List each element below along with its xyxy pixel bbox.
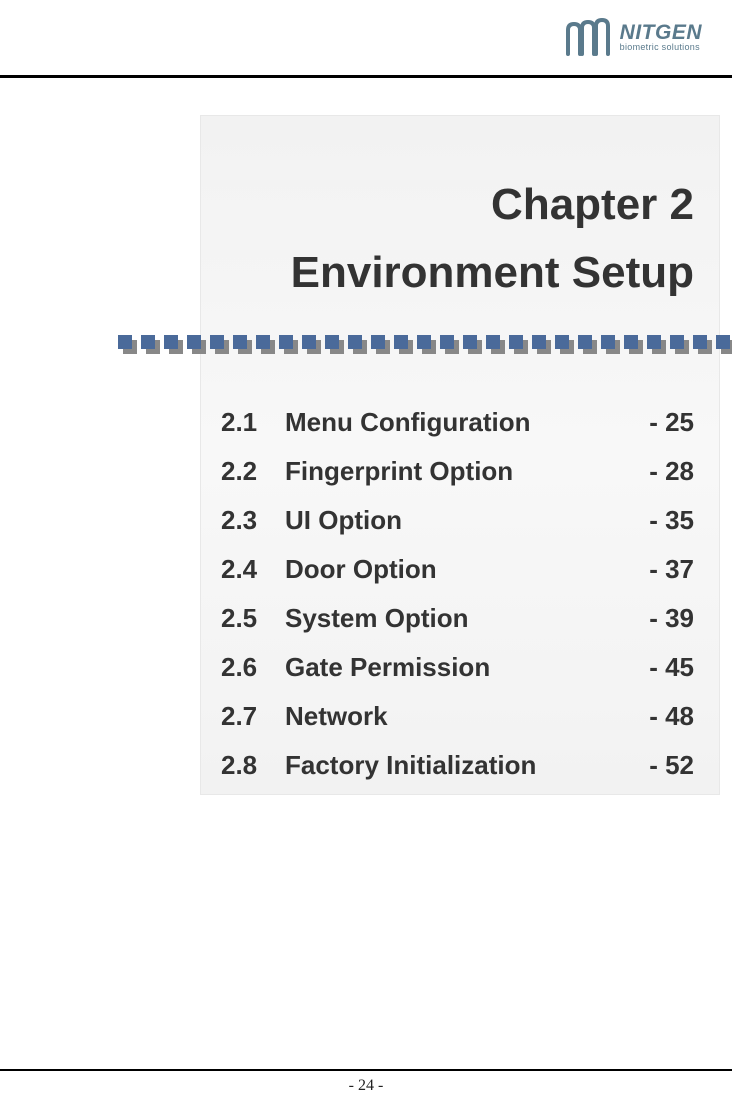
logo-mark-icon <box>566 18 614 56</box>
divider-dot-icon <box>601 335 617 353</box>
divider-dot-icon <box>141 335 157 353</box>
toc-section-title: Network <box>285 701 388 732</box>
toc-item: 2.1 Menu Configuration - 25 <box>221 407 694 438</box>
divider-dot-icon <box>348 335 364 353</box>
divider-dot-icon <box>417 335 433 353</box>
toc-section-title: Door Option <box>285 554 437 585</box>
page-header: NITGEN biometric solutions <box>0 0 732 78</box>
divider-dot-icon <box>440 335 456 353</box>
toc-section-number: 2.2 <box>221 456 285 487</box>
logo-text: NITGEN biometric solutions <box>620 22 702 52</box>
toc-section-title: System Option <box>285 603 468 634</box>
divider-dot-icon <box>394 335 410 353</box>
divider-dot-icon <box>555 335 571 353</box>
toc-page-ref: - 37 <box>649 554 694 585</box>
divider-dot-icon <box>486 335 502 353</box>
toc-section-number: 2.5 <box>221 603 285 634</box>
toc-page-ref: - 45 <box>649 652 694 683</box>
toc-page-ref: - 28 <box>649 456 694 487</box>
toc-item: 2.4 Door Option - 37 <box>221 554 694 585</box>
divider-dots <box>118 335 732 353</box>
toc-section-title: Factory Initialization <box>285 750 536 781</box>
page-number: - 24 - <box>349 1077 384 1094</box>
chapter-name: Environment Setup <box>201 239 694 307</box>
toc-section-number: 2.7 <box>221 701 285 732</box>
chapter-number: Chapter 2 <box>201 171 694 239</box>
chapter-title: Chapter 2 Environment Setup <box>201 116 719 307</box>
divider-dot-icon <box>716 335 732 353</box>
divider-dot-icon <box>463 335 479 353</box>
chapter-content-box: Chapter 2 Environment Setup 2.1 Menu Con… <box>200 115 720 795</box>
toc-item: 2.6 Gate Permission - 45 <box>221 652 694 683</box>
toc-section-number: 2.8 <box>221 750 285 781</box>
toc-item: 2.2 Fingerprint Option - 28 <box>221 456 694 487</box>
toc-page-ref: - 35 <box>649 505 694 536</box>
company-logo: NITGEN biometric solutions <box>566 18 702 56</box>
logo-company-name: NITGEN <box>620 22 702 43</box>
divider-dot-icon <box>693 335 709 353</box>
toc-section-number: 2.6 <box>221 652 285 683</box>
toc-section-title: Menu Configuration <box>285 407 531 438</box>
divider-dot-icon <box>624 335 640 353</box>
toc-page-ref: - 39 <box>649 603 694 634</box>
toc-section-number: 2.3 <box>221 505 285 536</box>
divider-dot-icon <box>578 335 594 353</box>
toc-page-ref: - 52 <box>649 750 694 781</box>
toc-page-ref: - 48 <box>649 701 694 732</box>
logo-tagline: biometric solutions <box>620 43 702 52</box>
divider-dot-icon <box>670 335 686 353</box>
toc-item: 2.5 System Option - 39 <box>221 603 694 634</box>
page-footer: - 24 - <box>0 1069 732 1113</box>
toc-section-title: Fingerprint Option <box>285 456 513 487</box>
divider-dot-icon <box>118 335 134 353</box>
toc-section-number: 2.4 <box>221 554 285 585</box>
toc-section-title: Gate Permission <box>285 652 490 683</box>
toc-item: 2.3 UI Option - 35 <box>221 505 694 536</box>
toc-page-ref: - 25 <box>649 407 694 438</box>
divider-dot-icon <box>647 335 663 353</box>
divider-dot-icon <box>164 335 180 353</box>
toc-item: 2.7 Network - 48 <box>221 701 694 732</box>
toc-item: 2.8 Factory Initialization - 52 <box>221 750 694 781</box>
divider-dot-icon <box>325 335 341 353</box>
divider-dot-icon <box>302 335 318 353</box>
divider-dot-icon <box>233 335 249 353</box>
toc-section-title: UI Option <box>285 505 402 536</box>
table-of-contents: 2.1 Menu Configuration - 25 2.2 Fingerpr… <box>201 307 719 781</box>
divider-dot-icon <box>371 335 387 353</box>
divider-dot-icon <box>210 335 226 353</box>
divider-dot-icon <box>279 335 295 353</box>
divider-dot-icon <box>532 335 548 353</box>
toc-section-number: 2.1 <box>221 407 285 438</box>
divider-dot-icon <box>187 335 203 353</box>
divider-dot-icon <box>509 335 525 353</box>
divider-dot-icon <box>256 335 272 353</box>
